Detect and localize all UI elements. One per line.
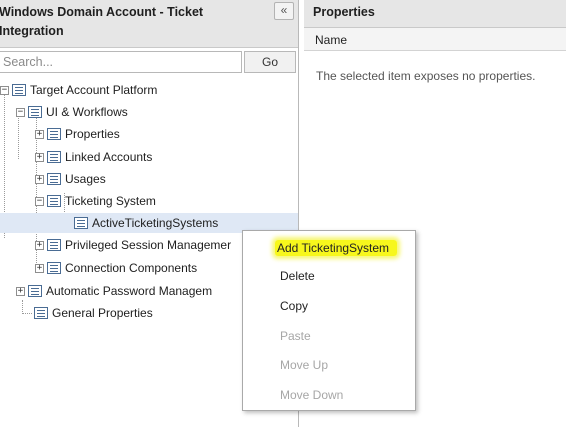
- tree-connector: [22, 300, 23, 314]
- node-list-icon: [28, 285, 42, 297]
- tree-node-label: Automatic Password Managem: [46, 284, 213, 298]
- node-list-icon: [34, 307, 48, 319]
- left-panel-header: Windows Domain Account - Ticket Integrat…: [0, 0, 298, 48]
- column-header-name[interactable]: Name: [304, 28, 566, 51]
- tree-connector: [22, 313, 32, 314]
- menu-item-move-down: Move Down: [280, 388, 344, 402]
- tree-node-ticketing-system[interactable]: − Ticketing System: [35, 191, 156, 211]
- node-list-icon: [47, 239, 61, 251]
- panel-title: Windows Domain Account - Ticket Integrat…: [0, 5, 204, 38]
- expand-icon[interactable]: +: [35, 240, 44, 250]
- menu-item-move-up: Move Up: [280, 358, 329, 372]
- properties-title: Properties: [313, 5, 375, 19]
- tree-node-properties[interactable]: + Properties: [35, 124, 120, 144]
- node-list-icon: [28, 106, 42, 118]
- collapse-icon[interactable]: −: [0, 85, 9, 95]
- tree-node-target-account-platform[interactable]: − Target Account Platform: [0, 80, 157, 100]
- tree-node-linked-accounts[interactable]: + Linked Accounts: [35, 147, 152, 167]
- tree-node-label: Target Account Platform: [30, 83, 158, 97]
- tree-node-privileged-session-management[interactable]: + Privileged Session Managemer: [35, 235, 231, 255]
- tree-node-label: General Properties: [52, 306, 153, 320]
- tree-node-label: UI & Workflows: [46, 105, 128, 119]
- search-bar: Go: [0, 50, 298, 74]
- tree-node-label: Linked Accounts: [65, 150, 153, 164]
- tree-node-label: ActiveTicketingSystems: [92, 216, 219, 230]
- tree-node-label: Properties: [65, 127, 120, 141]
- node-list-icon: [47, 128, 61, 140]
- expand-icon[interactable]: +: [35, 174, 44, 184]
- menu-item-label: Add TicketingSystem: [275, 240, 398, 256]
- tree-node-label: Ticketing System: [65, 194, 156, 208]
- tree-node-label: Usages: [65, 172, 106, 186]
- tree-node-label: Connection Components: [65, 261, 198, 275]
- menu-item-copy[interactable]: Copy: [243, 293, 415, 319]
- node-list-icon: [47, 262, 61, 274]
- context-menu: Add TicketingSystem Delete Copy Paste Mo…: [242, 230, 416, 411]
- expand-icon[interactable]: +: [35, 263, 44, 273]
- menu-item-add-ticketing-system[interactable]: Add TicketingSystem: [243, 235, 415, 261]
- tree-node-usages[interactable]: + Usages: [35, 169, 106, 189]
- expand-icon[interactable]: +: [35, 152, 44, 162]
- expand-icon[interactable]: +: [16, 286, 25, 296]
- empty-properties-message: The selected item exposes no properties.: [316, 69, 536, 83]
- node-list-icon: [47, 151, 61, 163]
- go-button[interactable]: Go: [244, 51, 296, 73]
- column-header-label: Name: [315, 33, 348, 47]
- tree-node-connection-components[interactable]: + Connection Components: [35, 258, 197, 278]
- collapse-icon[interactable]: −: [16, 107, 25, 117]
- node-list-icon: [47, 173, 61, 185]
- tree-node-label: Privileged Session Managemer: [65, 238, 232, 252]
- tree-node-ui-workflows[interactable]: − UI & Workflows: [16, 102, 128, 122]
- tree-node-general-properties[interactable]: General Properties: [34, 303, 153, 323]
- expand-icon[interactable]: +: [35, 129, 44, 139]
- search-input[interactable]: [0, 51, 242, 73]
- node-list-icon: [74, 217, 88, 229]
- properties-panel-header: Properties: [304, 0, 566, 28]
- collapse-icon[interactable]: −: [35, 196, 44, 206]
- collapse-panel-button[interactable]: «: [274, 2, 294, 20]
- node-list-icon: [12, 84, 26, 96]
- menu-item-paste: Paste: [280, 329, 311, 343]
- node-list-icon: [47, 195, 61, 207]
- menu-item-delete[interactable]: Delete: [243, 263, 415, 289]
- tree-node-automatic-password-management[interactable]: + Automatic Password Managem: [16, 281, 212, 301]
